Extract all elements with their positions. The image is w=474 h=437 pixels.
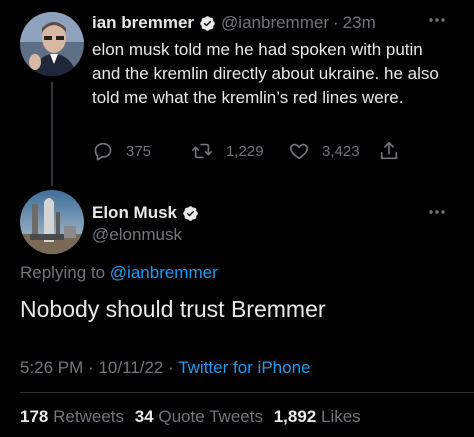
verified-badge-icon xyxy=(199,15,216,32)
parent-tweet-header: ian bremmer @ianbremmer · 23m xyxy=(92,12,376,34)
tweet-date[interactable]: 10/11/22 xyxy=(98,358,163,377)
engagement-stats-row: 178 Retweets 34 Quote Tweets 1,892 Likes xyxy=(20,406,361,428)
replying-to-line: Replying to @ianbremmer xyxy=(20,262,218,284)
dot-separator: · xyxy=(333,13,339,32)
dot-separator: · xyxy=(168,358,174,377)
tweet-timestamp-row: 5:26 PM · 10/11/22 · Twitter for iPhone xyxy=(20,357,310,379)
author-handle[interactable]: @ianbremmer xyxy=(221,13,329,33)
reply-icon xyxy=(92,140,114,162)
likes-label: Likes xyxy=(320,407,361,426)
tweet-source[interactable]: Twitter for iPhone xyxy=(178,358,310,377)
replying-to-handle[interactable]: @ianbremmer xyxy=(110,263,218,282)
elon-musk-avatar[interactable] xyxy=(20,190,84,254)
parent-tweet-actions: 375 1,229 3,423 xyxy=(92,140,402,162)
thread-connector-line xyxy=(51,82,53,186)
parent-tweet-text: elon musk told me he had spoken with put… xyxy=(92,40,439,107)
verified-badge-icon xyxy=(182,205,199,222)
main-tweet-text: Nobody should trust Bremmer xyxy=(20,296,326,322)
more-options-icon[interactable] xyxy=(428,15,446,25)
heart-icon xyxy=(288,140,310,162)
more-options-icon[interactable] xyxy=(428,207,446,217)
quote-tweets-stat[interactable]: 34 Quote Tweets xyxy=(135,407,268,426)
retweet-count: 1,229 xyxy=(226,142,264,160)
main-author-name[interactable]: Elon Musk xyxy=(92,203,177,223)
retweets-count: 178 xyxy=(20,407,49,426)
reply-button[interactable]: 375 xyxy=(92,140,151,162)
tweet-time-ago[interactable]: 23m xyxy=(343,13,376,33)
main-author-handle[interactable]: @elonmusk xyxy=(92,224,182,246)
author-name[interactable]: ian bremmer xyxy=(92,13,194,33)
dot-separator: · xyxy=(88,358,94,377)
retweets-stat[interactable]: 178 Retweets xyxy=(20,407,129,426)
likes-stat[interactable]: 1,892 Likes xyxy=(274,407,361,426)
retweets-label: Retweets xyxy=(53,407,124,426)
share-icon xyxy=(378,140,400,162)
quotes-label: Quote Tweets xyxy=(158,407,263,426)
like-button[interactable]: 3,423 xyxy=(288,140,360,162)
quotes-count: 34 xyxy=(134,407,154,426)
tweet-time[interactable]: 5:26 PM xyxy=(20,358,83,377)
retweet-button[interactable]: 1,229 xyxy=(190,140,264,162)
share-button[interactable] xyxy=(378,140,400,162)
divider xyxy=(20,392,474,393)
main-tweet-author-name-row: Elon Musk xyxy=(92,202,199,224)
like-count: 3,423 xyxy=(322,142,360,160)
replying-to-label: Replying to xyxy=(20,263,106,282)
retweet-icon xyxy=(190,140,214,162)
reply-count: 375 xyxy=(126,142,152,160)
ian-bremmer-avatar[interactable] xyxy=(20,12,84,76)
likes-count: 1,892 xyxy=(273,407,317,426)
